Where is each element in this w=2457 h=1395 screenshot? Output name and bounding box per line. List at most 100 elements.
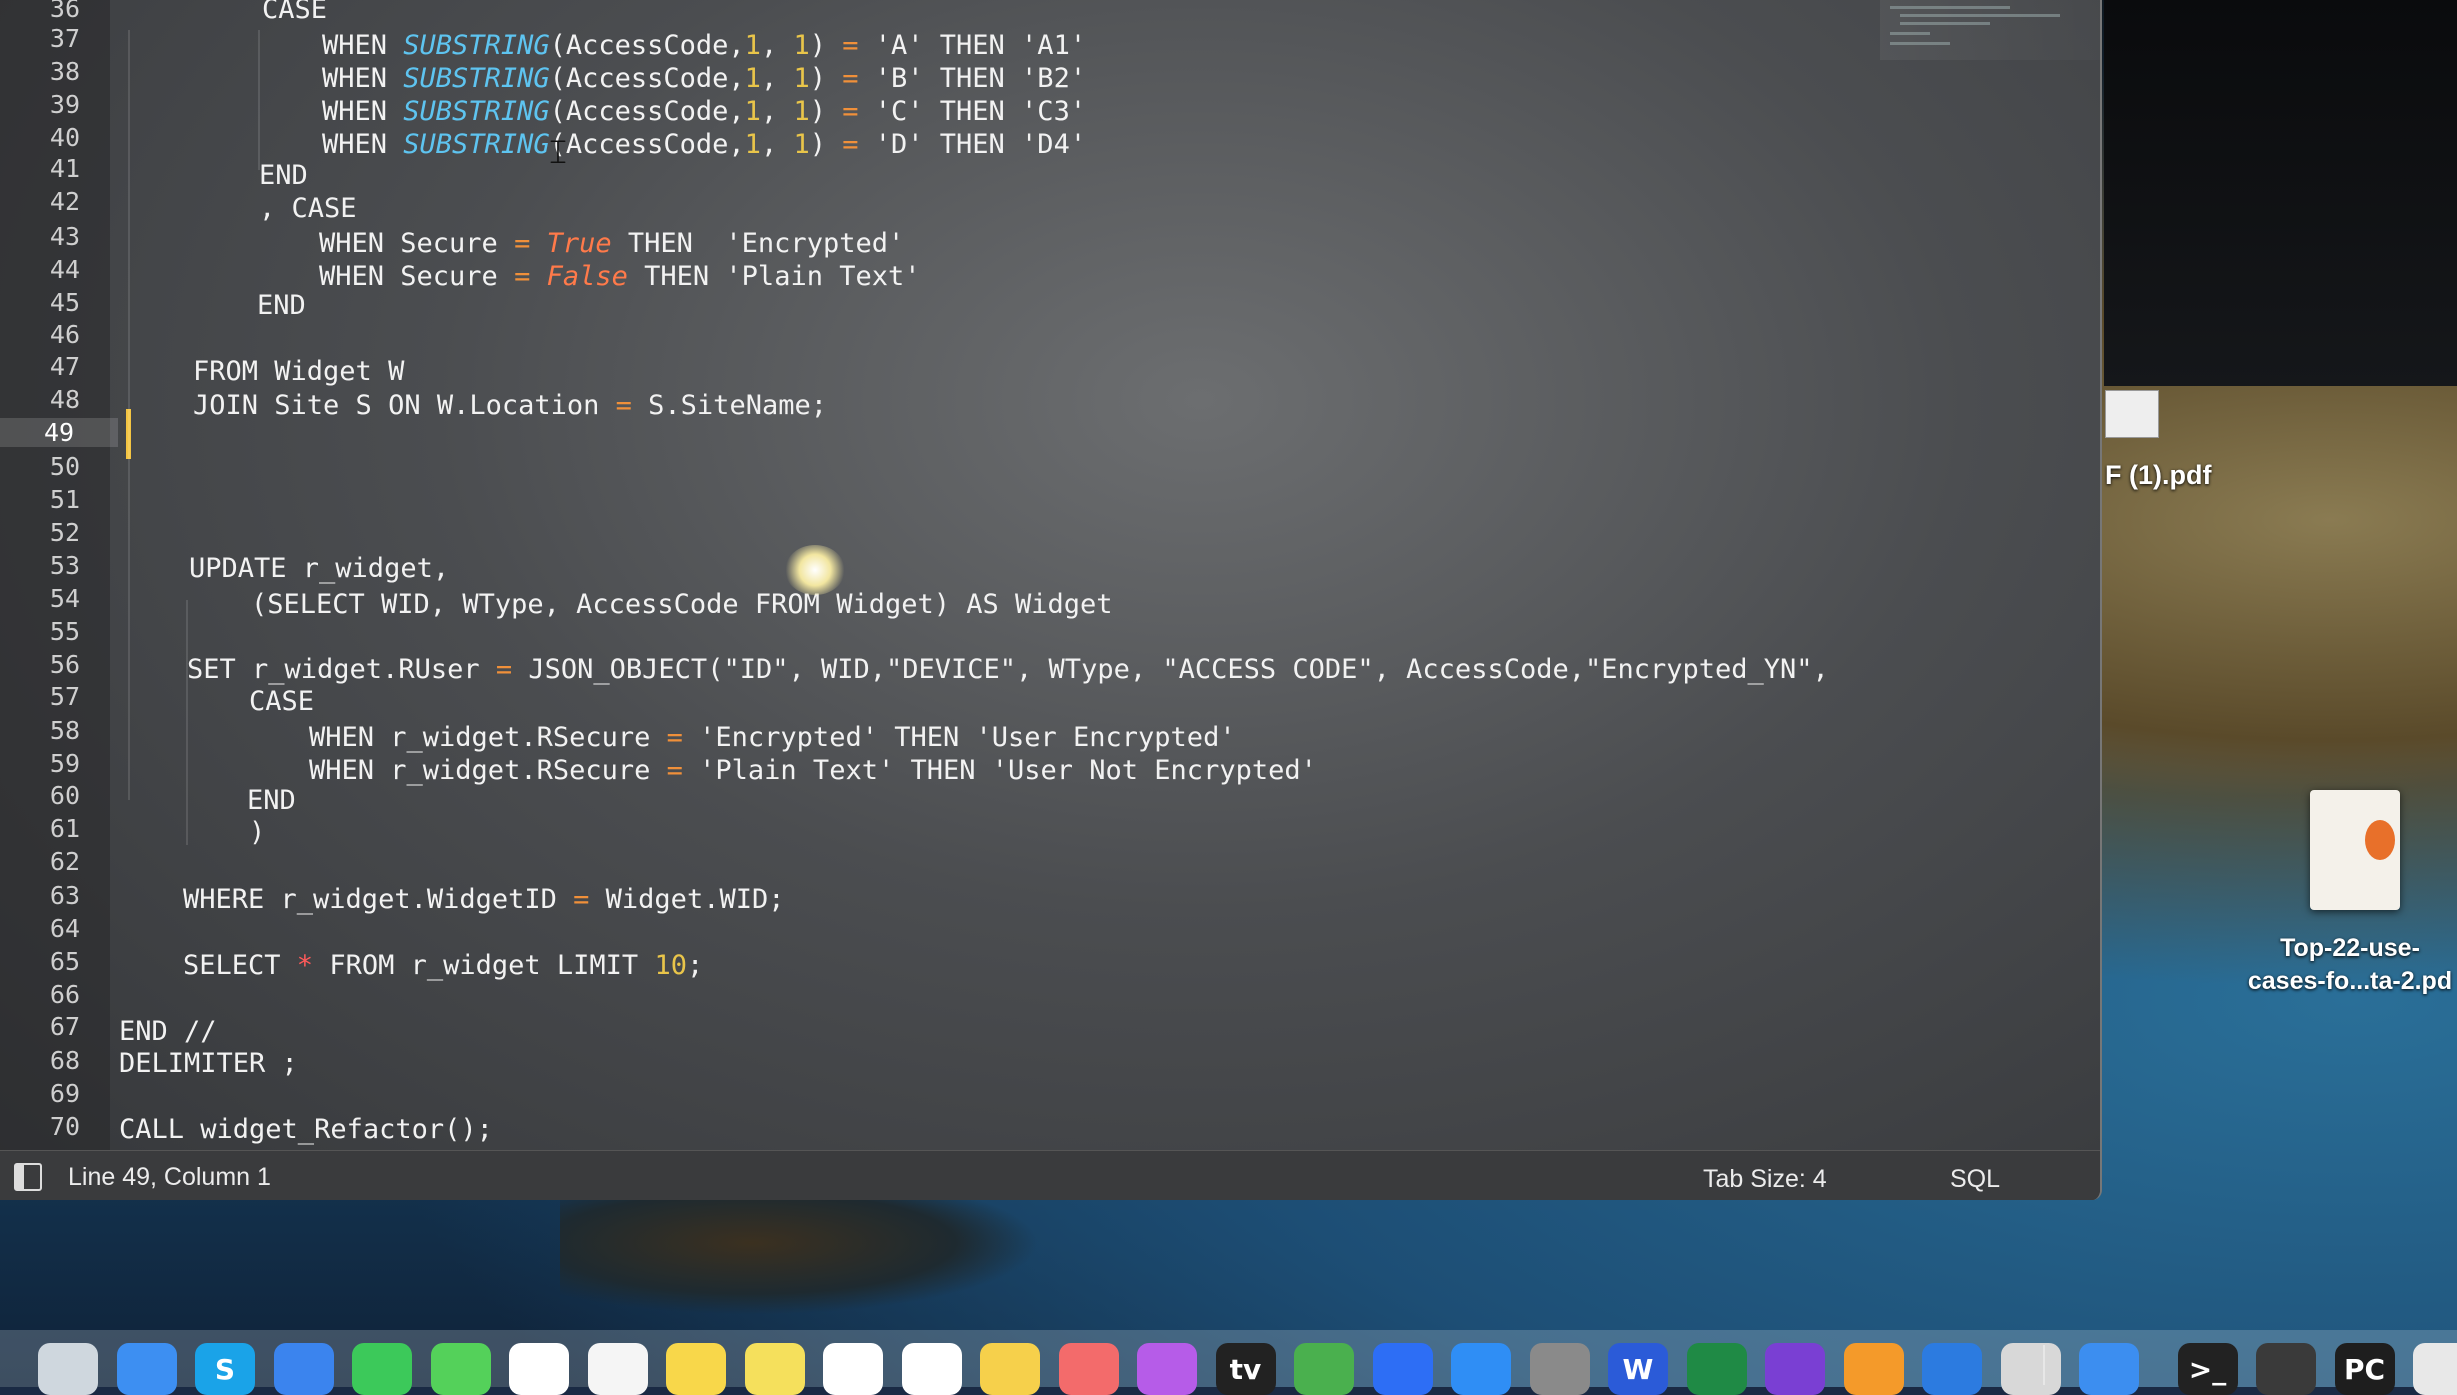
screen-glare [785, 545, 845, 595]
code-line-39[interactable]: WHEN SUBSTRING(AccessCode,1, 1) = 'C' TH… [322, 96, 1086, 127]
minimap[interactable] [1880, 0, 2100, 60]
keynote-icon[interactable] [1372, 1343, 1433, 1395]
sublime-icon[interactable] [1843, 1343, 1904, 1395]
music-icon[interactable] [1058, 1343, 1119, 1395]
line-number: 57 [49, 682, 80, 711]
indent-guide [186, 600, 188, 845]
syntax-language-selector[interactable]: SQL [1950, 1165, 2000, 1194]
chrome-icon[interactable] [2079, 1343, 2139, 1395]
line-number: 37 [49, 24, 80, 53]
code-line-42[interactable]: , CASE [259, 193, 357, 224]
line-number: 60 [49, 781, 80, 810]
line-number: 44 [49, 255, 80, 284]
photos-icon[interactable] [587, 1343, 648, 1395]
line-number: 51 [49, 485, 80, 514]
code-line-47[interactable]: FROM Widget W [193, 356, 404, 387]
mail-icon[interactable] [273, 1343, 334, 1395]
cursor-position[interactable]: Line 49, Column 1 [68, 1163, 271, 1192]
line-number: 63 [49, 881, 80, 910]
line-number: 38 [49, 57, 80, 86]
line-number: 66 [49, 980, 80, 1009]
word-icon[interactable]: W [1608, 1343, 1668, 1395]
text-cursor-icon: 𝙸 [546, 132, 570, 172]
line-number: 64 [49, 914, 80, 943]
pdf-document-label-line2: cases-fo...ta-2.pd [2247, 967, 2453, 995]
line-number: 46 [49, 320, 80, 349]
code-line-44[interactable]: WHEN Secure = False THEN 'Plain Text' [319, 261, 921, 292]
line-number: 58 [49, 716, 80, 745]
messages-icon[interactable] [430, 1343, 491, 1395]
pdf-document-label[interactable]: Top-22-use- cases-fo...ta-2.pd [2230, 932, 2457, 998]
line-number: 68 [49, 1046, 80, 1075]
code-line-38[interactable]: WHEN SUBSTRING(AccessCode,1, 1) = 'B' TH… [322, 63, 1086, 94]
line-number: 55 [49, 617, 80, 646]
pycharm-icon[interactable]: PC [2334, 1343, 2395, 1395]
line-number: 62 [49, 847, 80, 876]
code-line-57[interactable]: CASE [249, 686, 314, 717]
pdf-document-label-line1: Top-22-use- [2280, 934, 2420, 962]
code-line-36[interactable]: CASE [262, 0, 327, 25]
stickies-icon[interactable] [744, 1343, 805, 1395]
code-line-54[interactable]: (SELECT WID, WType, AccessCode FROM Widg… [251, 589, 1113, 620]
line-number: 61 [49, 814, 80, 843]
code-line-70[interactable]: CALL widget_Refactor(); [119, 1114, 493, 1145]
code-editor-window[interactable]: 36 37 38 39 40 41 42 43 44 45 46 47 48 49 50 51 52 53 54 55… [0, 0, 2102, 1200]
code-line-67[interactable]: END // [119, 1016, 217, 1047]
vscode-icon[interactable] [1922, 1343, 1982, 1395]
line-number: 50 [49, 452, 80, 481]
terminal-icon[interactable]: >_ [2177, 1343, 2238, 1395]
safari-icon[interactable] [116, 1343, 177, 1395]
status-bar: Line 49, Column 1 Tab Size: 4 SQL [0, 1150, 2100, 1200]
line-number: 39 [49, 90, 80, 119]
skype-icon[interactable]: S [195, 1343, 255, 1395]
code-line-56[interactable]: SET r_widget.RUser = JSON_OBJECT("ID", W… [187, 654, 1829, 685]
code-line-60[interactable]: END [247, 785, 296, 816]
code-line-43[interactable]: WHEN Secure = True THEN 'Encrypted' [319, 228, 904, 259]
notes2-icon[interactable] [980, 1343, 1040, 1395]
code-line-65[interactable]: SELECT * FROM r_widget LIMIT 10; [183, 950, 703, 981]
code-line-59[interactable]: WHEN r_widget.RSecure = 'Plain Text' THE… [309, 755, 1317, 786]
line-number: 70 [49, 1112, 80, 1141]
facetime-icon[interactable] [352, 1343, 412, 1395]
instruments-icon[interactable] [2256, 1343, 2316, 1395]
github-icon[interactable] [1765, 1343, 1825, 1395]
code-line-40[interactable]: WHEN SUBSTRING(AccessCode,1, 1) = 'D' TH… [322, 129, 1086, 160]
pdf-file-label[interactable]: F (1).pdf [2105, 460, 2211, 491]
code-line-41[interactable]: END [259, 160, 308, 191]
line-number: 42 [49, 187, 80, 216]
system-preferences-icon[interactable] [1529, 1343, 1590, 1395]
code-line-61[interactable]: ) [249, 817, 265, 848]
calendar-icon[interactable] [823, 1343, 883, 1395]
code-line-63[interactable]: WHERE r_widget.WidgetID = Widget.WID; [183, 884, 784, 915]
numbers-icon[interactable] [1294, 1343, 1354, 1395]
code-line-45[interactable]: END [257, 290, 306, 321]
documents-icon[interactable] [2413, 1343, 2457, 1395]
code-line-37[interactable]: WHEN SUBSTRING(AccessCode,1, 1) = 'A' TH… [322, 30, 1086, 61]
line-number: 36 [49, 0, 80, 23]
code-line-48[interactable]: JOIN Site S ON W.Location = S.SiteName; [193, 390, 827, 421]
tab-size-selector[interactable]: Tab Size: 4 [1703, 1165, 1827, 1194]
code-line-53[interactable]: UPDATE r_widget, [189, 553, 449, 584]
excel-icon[interactable] [1686, 1343, 1747, 1395]
pdf-document-icon[interactable] [2310, 790, 2400, 910]
notes-icon[interactable] [666, 1343, 726, 1395]
podcasts-icon[interactable] [1137, 1343, 1197, 1395]
line-number: 59 [49, 749, 80, 778]
sidebar-toggle-icon[interactable] [14, 1163, 42, 1191]
finder-icon[interactable] [38, 1343, 98, 1395]
reminders-icon[interactable] [901, 1343, 962, 1395]
maps-icon[interactable] [509, 1343, 569, 1395]
desktop-dark-region [2104, 0, 2457, 386]
code-line-58[interactable]: WHEN r_widget.RSecure = 'Encrypted' THEN… [309, 722, 1236, 753]
line-number: 47 [49, 352, 80, 381]
code-line-68[interactable]: DELIMITER ; [119, 1048, 298, 1079]
line-number: 54 [49, 584, 80, 613]
line-number: 69 [49, 1079, 80, 1108]
tv-icon[interactable]: tv [1215, 1343, 1276, 1395]
preview-icon[interactable] [2000, 1343, 2061, 1395]
line-number: 41 [49, 154, 80, 183]
pdf-file-thumbnail[interactable] [2105, 390, 2159, 438]
appstore-icon[interactable] [1451, 1343, 1511, 1395]
line-number: 43 [49, 222, 80, 251]
wallpaper-cliffs [560, 1195, 1040, 1315]
